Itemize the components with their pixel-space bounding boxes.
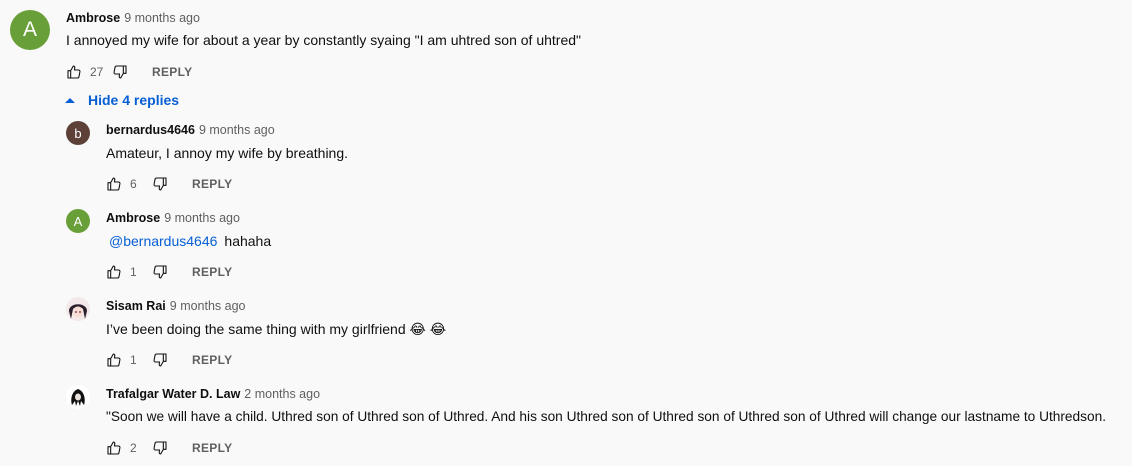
comment-actions: 27 REPLY [66, 62, 192, 82]
comment-header: Ambrose 9 months ago [66, 11, 200, 25]
comment-time[interactable]: 9 months ago [124, 11, 200, 25]
caret-up-icon [65, 98, 75, 103]
like-icon[interactable] [106, 264, 122, 280]
dislike-icon[interactable] [152, 176, 168, 192]
reply-button[interactable]: REPLY [192, 265, 232, 279]
avatar[interactable]: A [66, 209, 90, 233]
mention-link[interactable]: @bernardus4646 [109, 233, 217, 249]
reply-time[interactable]: 2 months ago [244, 387, 320, 401]
like-count: 1 [130, 265, 137, 279]
avatar[interactable]: b [66, 121, 90, 145]
reply-header: bernardus4646 9 months ago [106, 123, 275, 137]
comment-text: I annoyed my wife for about a year by co… [66, 32, 581, 48]
reply-button[interactable]: REPLY [192, 177, 232, 191]
like-icon[interactable] [106, 440, 122, 456]
dislike-icon[interactable] [112, 64, 128, 80]
reply-author[interactable]: Sisam Rai [106, 299, 166, 313]
like-count: 2 [130, 441, 137, 455]
like-icon[interactable] [66, 64, 82, 80]
reply-button[interactable]: REPLY [192, 353, 232, 367]
anime-girl-avatar-icon [66, 297, 90, 321]
reply-author[interactable]: Trafalgar Water D. Law [106, 387, 240, 401]
dislike-icon[interactable] [152, 352, 168, 368]
like-count: 27 [90, 65, 104, 79]
reply-text: "Soon we will have a child. Uthred son o… [106, 409, 1107, 424]
avatar-letter: A [73, 213, 83, 229]
reply-header: Trafalgar Water D. Law 2 months ago [106, 387, 320, 401]
reply-author[interactable]: Ambrose [106, 211, 160, 225]
reply-actions: 6 REPLY [106, 174, 232, 194]
reply-author[interactable]: bernardus4646 [106, 123, 195, 137]
reply-header: Sisam Rai 9 months ago [106, 299, 246, 313]
hide-replies-label: Hide 4 replies [88, 92, 180, 108]
reply-button[interactable]: REPLY [152, 65, 192, 79]
avatar[interactable]: A [10, 10, 50, 50]
hide-replies-button[interactable]: Hide 4 replies [64, 91, 179, 109]
reply-text: Amateur, I annoy my wife by breathing. [106, 145, 349, 161]
reply-time[interactable]: 9 months ago [199, 123, 275, 137]
reply-actions: 1 REPLY [106, 262, 232, 282]
like-count: 1 [130, 353, 137, 367]
reply-text: I’ve been doing the same thing with my g… [106, 321, 447, 337]
reply-actions: 2 REPLY [106, 438, 232, 458]
reply-header: Ambrose 9 months ago [106, 211, 240, 225]
avatar-letter: b [74, 125, 82, 141]
dislike-icon[interactable] [152, 440, 168, 456]
comment-author[interactable]: Ambrose [66, 11, 120, 25]
reply-text-body: hahaha [224, 233, 272, 249]
like-icon[interactable] [106, 176, 122, 192]
reply-actions: 1 REPLY [106, 350, 232, 370]
like-count: 6 [130, 177, 137, 191]
anime-character-avatar-icon [66, 385, 90, 409]
reply-time[interactable]: 9 months ago [170, 299, 246, 313]
avatar-letter: A [22, 18, 37, 41]
dislike-icon[interactable] [152, 264, 168, 280]
reply-time[interactable]: 9 months ago [164, 211, 240, 225]
reply-text: @bernardus4646 hahaha [106, 233, 271, 249]
avatar[interactable] [66, 297, 90, 321]
like-icon[interactable] [106, 352, 122, 368]
reply-button[interactable]: REPLY [192, 441, 232, 455]
avatar[interactable] [66, 385, 90, 409]
